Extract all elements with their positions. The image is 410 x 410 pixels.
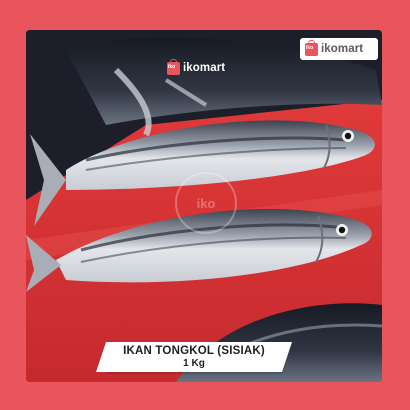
bag-icon: iko [305,39,318,56]
brand-logo: iko ikomart [300,38,378,60]
bag-icon: iko [167,58,180,75]
photo-logo: iko ikomart [162,57,240,79]
product-name: IKAN TONGKOL (SISIAK) [123,345,265,357]
watermark-text: iko [196,196,216,211]
product-weight: 1 Kg [183,358,205,369]
photo-logo-text: ikomart [183,62,226,74]
watermark-logo: iko [175,172,237,234]
brand-name: ikomart [321,43,364,55]
product-card: iko iko ikomart iko ikomart IKAN TONGKOL… [0,0,410,410]
product-caption: IKAN TONGKOL (SISIAK) 1 Kg [96,342,292,372]
